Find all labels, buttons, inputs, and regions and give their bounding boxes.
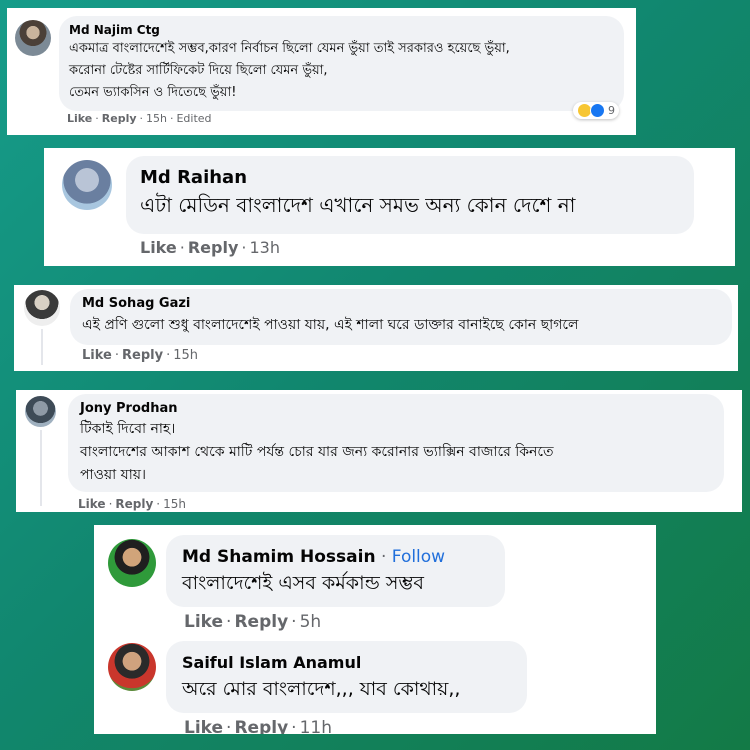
comment-actions: Like · Reply · 13h xyxy=(140,238,280,257)
avatar[interactable] xyxy=(108,643,156,691)
comment-bubble: Md Raihan এটা মেডিন বাংলাদেশ এখানে সমভ অ… xyxy=(126,156,694,234)
comment-bubble: Md Najim Ctg একমাত্র বাংলাদেশেই সম্ভব,কা… xyxy=(59,16,624,111)
like-button[interactable]: Like xyxy=(67,112,92,125)
comment-text-line: এই প্রণি গুলো শুধু বাংলাদেশেই পাওয়া যায… xyxy=(82,317,579,333)
like-button[interactable]: Like xyxy=(184,612,223,632)
comment-card-jony: Jony Prodhan টিকাই দিবো নাহ। বাংলাদেশের … xyxy=(16,390,742,512)
avatar[interactable] xyxy=(108,539,156,587)
comment-text-line: করোনা টেষ্টের সার্টিফিকেট দিয়ে ছিলো যেম… xyxy=(69,63,328,78)
like-icon xyxy=(590,103,605,118)
comment-text-line: এটা মেডিন বাংলাদেশ এখানে সমভ অন্য কোন দে… xyxy=(140,193,576,217)
comment-text-line: টিকাই দিবো নাহ। xyxy=(80,421,176,437)
comment-bubble: Md Shamim Hossain · Follow বাংলাদেশেই এস… xyxy=(166,535,505,607)
timestamp[interactable]: 15h xyxy=(173,348,198,363)
avatar[interactable] xyxy=(62,160,112,210)
reaction-count: 9 xyxy=(608,104,615,117)
comment-bubble: Saiful Islam Anamul অরে মোর বাংলাদেশ,,, … xyxy=(166,641,527,713)
follow-button[interactable]: Follow xyxy=(392,547,445,567)
comment-card-najim: Md Najim Ctg একমাত্র বাংলাদেশেই সম্ভব,কা… xyxy=(7,8,636,135)
reply-button[interactable]: Reply xyxy=(234,612,288,632)
reply-button[interactable]: Reply xyxy=(234,718,288,734)
comment-actions: Like · Reply · 15h · Edited xyxy=(67,112,212,125)
comment-card-shamim-saiful: Md Shamim Hossain · Follow বাংলাদেশেই এস… xyxy=(94,525,656,734)
like-button[interactable]: Like xyxy=(184,718,223,734)
comment-text-line: একমাত্র বাংলাদেশেই সম্ভব,কারণ নির্বাচন ছ… xyxy=(69,41,510,56)
like-button[interactable]: Like xyxy=(140,238,177,257)
commenter-name[interactable]: Md Najim Ctg xyxy=(69,22,614,38)
reply-button[interactable]: Reply xyxy=(115,497,153,511)
commenter-name[interactable]: Md Sohag Gazi xyxy=(82,295,720,313)
reply-button[interactable]: Reply xyxy=(102,112,137,125)
timestamp[interactable]: 11h xyxy=(300,718,332,734)
comment-actions: Like · Reply · 11h xyxy=(184,718,332,734)
comment-text-line: বাংলাদেশের আকাশ থেকে মাটি পর্যন্ত চোর যা… xyxy=(80,444,554,460)
commenter-name-row: Md Shamim Hossain · Follow xyxy=(182,547,446,567)
comment-actions: Like · Reply · 5h xyxy=(184,612,322,632)
comment-card-sohag: Md Sohag Gazi এই প্রণি গুলো শুধু বাংলাদে… xyxy=(14,285,738,371)
comment-bubble: Md Sohag Gazi এই প্রণি গুলো শুধু বাংলাদে… xyxy=(70,289,732,345)
avatar[interactable] xyxy=(25,396,56,427)
thread-line xyxy=(41,329,43,365)
edited-label: Edited xyxy=(176,112,212,125)
commenter-name[interactable]: Md Shamim Hossain xyxy=(182,547,376,567)
comment-actions: Like · Reply · 15h xyxy=(78,497,186,511)
timestamp[interactable]: 15h xyxy=(163,497,186,511)
commenter-name[interactable]: Jony Prodhan xyxy=(80,400,712,418)
comment-text-line: বাংলাদেশেই এসব কর্মকান্ড সম্ভব xyxy=(182,572,424,594)
timestamp[interactable]: 5h xyxy=(300,612,322,632)
avatar[interactable] xyxy=(15,20,51,56)
comment-actions: Like · Reply · 15h xyxy=(82,348,198,363)
comment-bubble: Jony Prodhan টিকাই দিবো নাহ। বাংলাদেশের … xyxy=(68,394,724,492)
commenter-name[interactable]: Md Raihan xyxy=(140,166,680,190)
commenter-name[interactable]: Saiful Islam Anamul xyxy=(182,651,511,675)
thread-line xyxy=(40,430,42,506)
reaction-summary[interactable]: 9 xyxy=(573,102,619,119)
avatar[interactable] xyxy=(24,290,60,326)
comment-text-line: পাওয়া যায়। xyxy=(80,467,147,483)
timestamp[interactable]: 15h xyxy=(146,112,167,125)
reply-button[interactable]: Reply xyxy=(188,238,239,257)
like-button[interactable]: Like xyxy=(82,348,112,363)
like-button[interactable]: Like xyxy=(78,497,106,511)
reply-button[interactable]: Reply xyxy=(122,348,163,363)
comment-text-line: অরে মোর বাংলাদেশ,,, যাব কোথায়,, xyxy=(182,678,461,700)
comment-text-line: তেমন ভ্যাকসিন ও দিতেছে ভুঁয়া! xyxy=(69,85,237,100)
timestamp[interactable]: 13h xyxy=(249,238,280,257)
comment-card-raihan: Md Raihan এটা মেডিন বাংলাদেশ এখানে সমভ অ… xyxy=(44,148,735,266)
